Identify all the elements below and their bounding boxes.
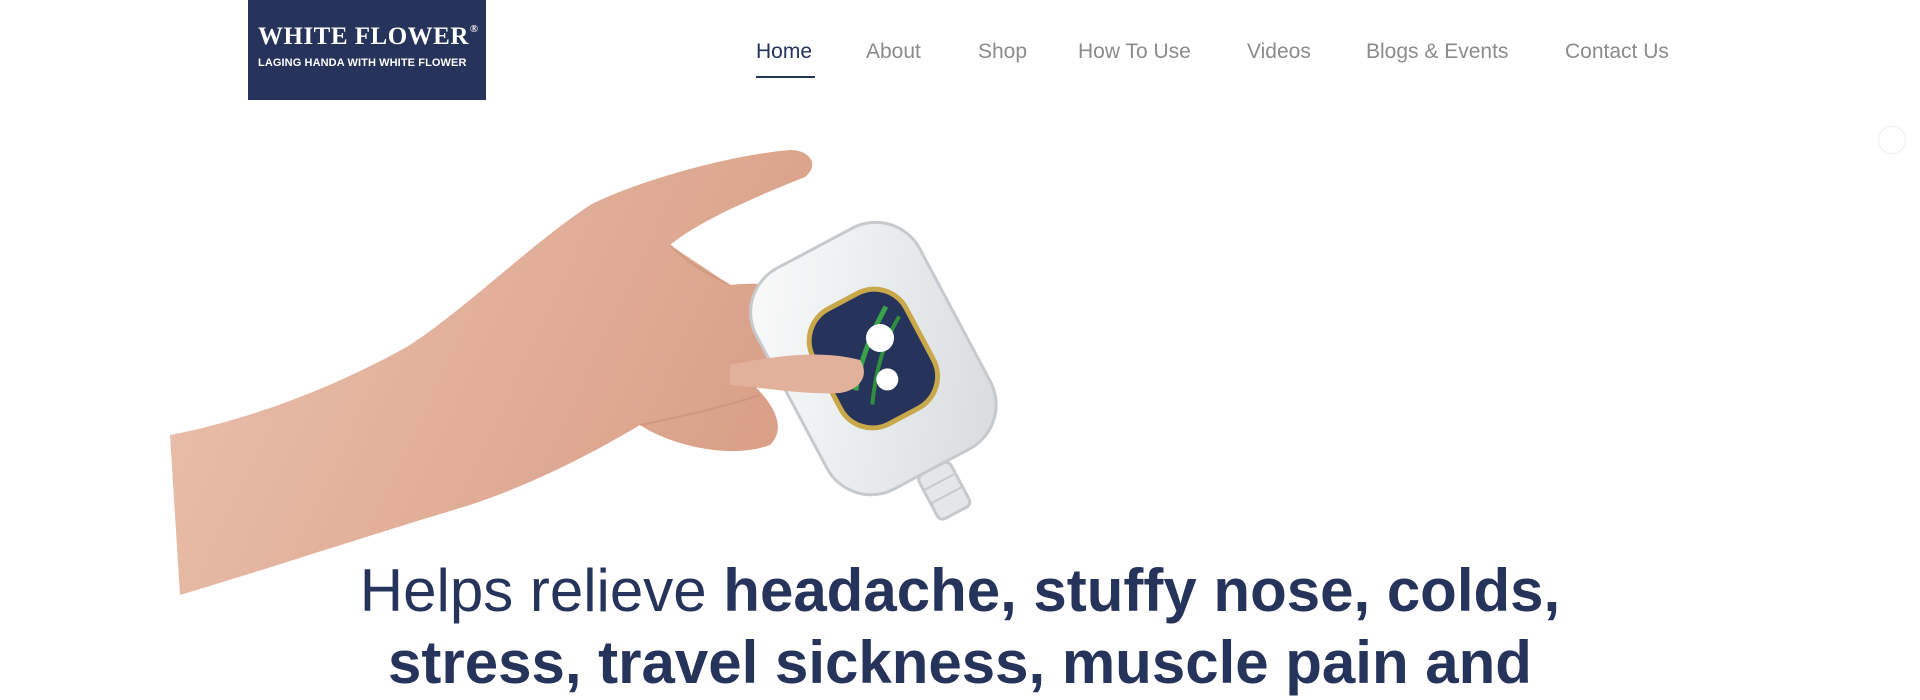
scroll-indicator-icon[interactable] xyxy=(1878,126,1906,154)
nav-item-contact-us[interactable]: Contact Us xyxy=(1565,40,1669,64)
nav-item-how-to-use[interactable]: How To Use xyxy=(1078,40,1191,64)
headline-intro: Helps relieve xyxy=(359,557,724,624)
nav-item-home[interactable]: Home xyxy=(756,40,812,64)
headline-symptoms-1: headache, stuffy nose, colds, xyxy=(723,557,1561,624)
nav-item-blogs-events[interactable]: Blogs & Events xyxy=(1366,40,1508,64)
main-nav: Home About Shop How To Use Videos Blogs … xyxy=(0,0,1920,100)
nav-item-shop[interactable]: Shop xyxy=(978,40,1027,64)
nav-active-underline xyxy=(756,76,815,78)
hero-headline: Helps relieve headache, stuffy nose, col… xyxy=(0,555,1920,699)
nav-item-about[interactable]: About xyxy=(866,40,921,64)
headline-line-1: Helps relieve headache, stuffy nose, col… xyxy=(0,555,1920,627)
headline-symptoms-2: stress, travel sickness, muscle pain and xyxy=(388,629,1532,696)
nav-item-videos[interactable]: Videos xyxy=(1247,40,1311,64)
